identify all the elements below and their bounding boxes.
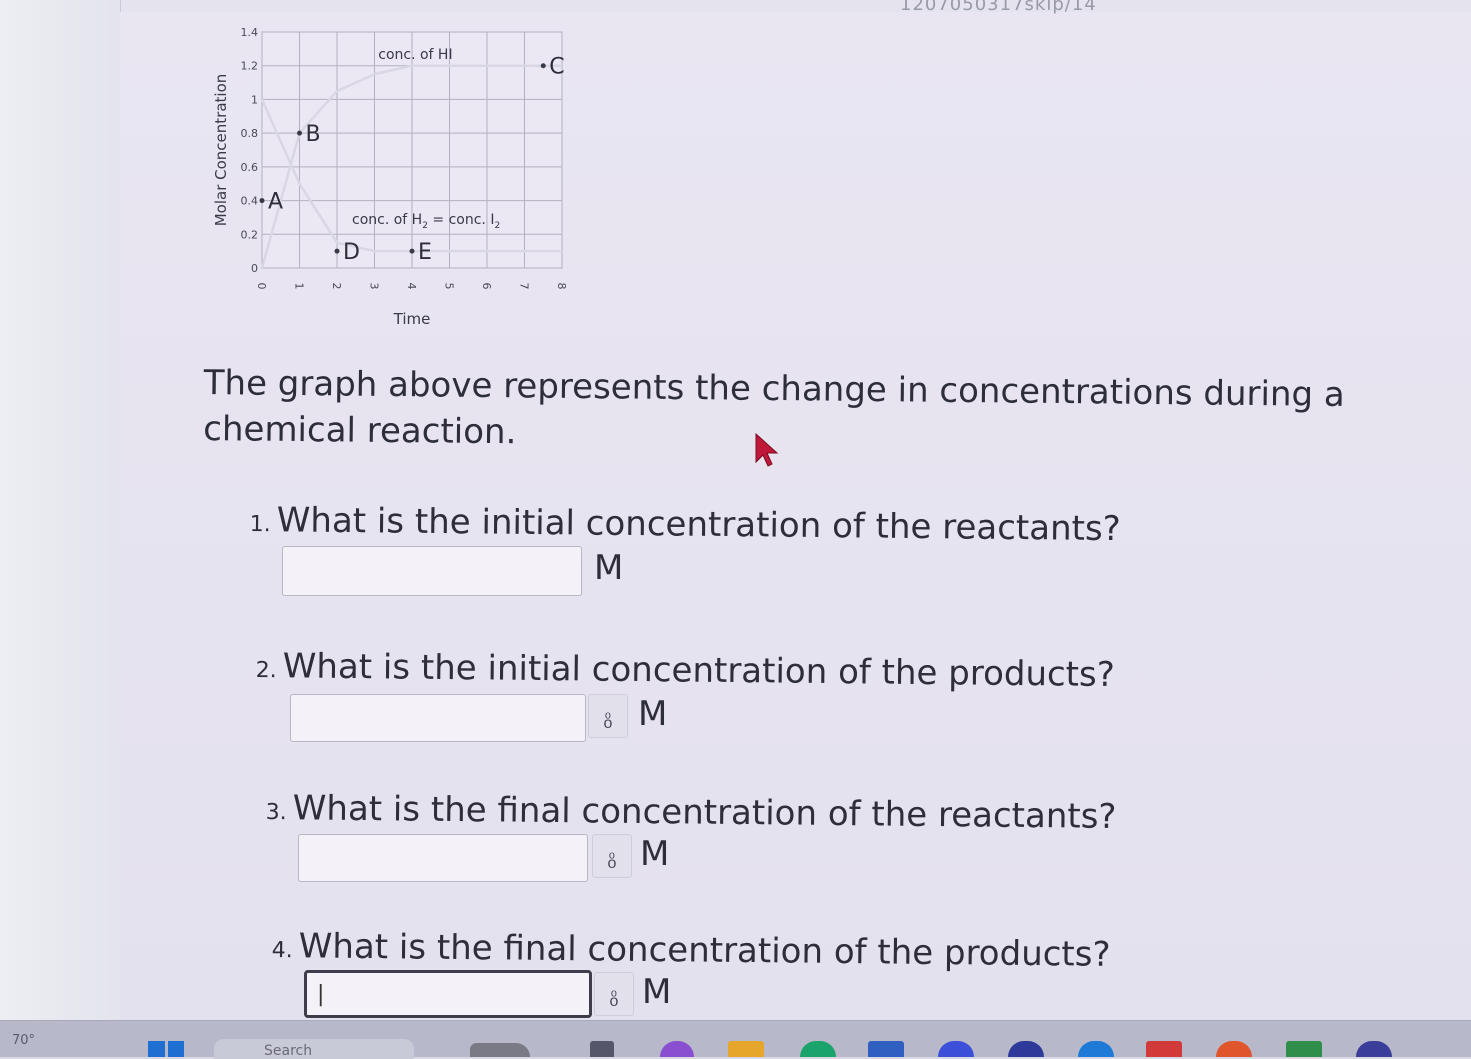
edge-browser-icon[interactable] bbox=[800, 1041, 836, 1057]
chart-x-tick-label: 0 bbox=[255, 283, 268, 290]
mouse-cursor-icon bbox=[755, 432, 779, 467]
chart-x-tick-label: 3 bbox=[368, 283, 381, 290]
left-margin bbox=[0, 0, 121, 1020]
question-4-number: 4. bbox=[271, 937, 293, 964]
chart-y-tick-label: 0.8 bbox=[241, 127, 259, 140]
chart-y-tick-label: 1.4 bbox=[241, 26, 259, 39]
chart-point-label: B bbox=[306, 122, 321, 147]
concentration-chart: 0 1 2 3 4 5 6 7 8 0 0.2 0.4 0.6 0.8 1 1.2 1.4 A B C D Econc. … bbox=[200, 18, 600, 338]
chart-y-tick-label: 0 bbox=[251, 262, 258, 275]
answer-1-input[interactable] bbox=[282, 546, 582, 596]
taskbar-search[interactable]: Search bbox=[214, 1039, 414, 1059]
answer-2-unit: M bbox=[638, 694, 668, 734]
chart-point-label: C bbox=[549, 55, 564, 80]
chart-point-A bbox=[259, 198, 265, 204]
chart-x-tick-label: 2 bbox=[330, 283, 343, 290]
answer-4-input[interactable] bbox=[304, 970, 592, 1018]
chart-y-tick-label: 1.2 bbox=[241, 60, 259, 73]
chart-y-tick-label: 0.6 bbox=[241, 161, 259, 174]
chart-y-axis-label: Molar Concentration bbox=[212, 74, 230, 227]
question-2-number: 2. bbox=[255, 657, 277, 684]
chart-x-tick-label: 6 bbox=[480, 283, 493, 290]
answer-4-unit: M bbox=[642, 972, 672, 1012]
question-1-number: 1. bbox=[249, 511, 271, 538]
taskbar-app-icon[interactable] bbox=[1356, 1041, 1392, 1057]
start-windows-icon[interactable] bbox=[148, 1041, 184, 1057]
key-symbol: oͦ bbox=[607, 853, 617, 872]
chart-point-E bbox=[409, 248, 415, 254]
answer-3-key-icon[interactable]: oͦ bbox=[592, 834, 632, 878]
answer-3-input[interactable] bbox=[298, 834, 588, 882]
taskbar-app-icon[interactable] bbox=[1216, 1041, 1252, 1057]
taskbar-app-icon[interactable] bbox=[1286, 1041, 1322, 1057]
taskbar-app-icon[interactable] bbox=[660, 1041, 694, 1057]
screen: 1207050317skip/14 0 1 2 3 4 5 6 7 8 0 0.2 0.4 0.6 0.8… bbox=[0, 0, 1471, 1059]
answer-2-key-icon[interactable]: oͦ bbox=[588, 694, 628, 738]
chart-point-D bbox=[334, 248, 340, 254]
chart-svg: 0 1 2 3 4 5 6 7 8 0 0.2 0.4 0.6 0.8 1 1.2 1.4 A B C D Econc. … bbox=[212, 26, 568, 328]
taskbar-search-label: Search bbox=[264, 1043, 313, 1059]
chart-point-label: D bbox=[343, 240, 360, 265]
answer-2-input[interactable] bbox=[290, 694, 586, 742]
question-4-text: What is the final concentration of the p… bbox=[298, 926, 1111, 975]
chart-x-tick-label: 8 bbox=[555, 283, 568, 290]
chart-y-tick-label: 1 bbox=[251, 93, 258, 106]
chart-x-tick-label: 4 bbox=[405, 283, 418, 290]
taskbar-app-icon[interactable] bbox=[590, 1041, 614, 1057]
question-3-number: 3. bbox=[265, 799, 287, 826]
taskbar-app-icon[interactable] bbox=[1008, 1041, 1044, 1057]
answer-1-unit: M bbox=[594, 548, 624, 588]
file-explorer-icon[interactable] bbox=[728, 1041, 764, 1057]
chart-x-tick-label: 7 bbox=[518, 283, 531, 290]
answer-3-unit: M bbox=[640, 834, 670, 874]
taskbar-app-icon[interactable] bbox=[470, 1043, 530, 1057]
taskbar: 70° Search bbox=[0, 1020, 1471, 1059]
chart-x-tick-label: 5 bbox=[443, 283, 456, 290]
chart-annotation-hi: conc. of HI bbox=[378, 47, 452, 63]
taskbar-app-icon[interactable] bbox=[868, 1041, 904, 1057]
chart-x-tick-label: 1 bbox=[293, 283, 306, 290]
key-symbol: oͦ bbox=[603, 713, 613, 732]
taskbar-app-icon[interactable] bbox=[1146, 1041, 1182, 1057]
chart-point-label: E bbox=[418, 240, 432, 265]
chart-x-axis-label: Time bbox=[393, 310, 431, 328]
chart-point-B bbox=[297, 130, 302, 136]
chart-y-tick-label: 0.4 bbox=[241, 195, 259, 208]
chart-point-label: A bbox=[268, 190, 283, 215]
chart-y-tick-label: 0.2 bbox=[241, 228, 259, 241]
url-fragment: 1207050317skip/14 bbox=[900, 0, 1097, 15]
chart-point-C bbox=[540, 63, 546, 69]
answer-4-key-icon[interactable]: oͦ bbox=[594, 972, 634, 1016]
key-symbol: oͦ bbox=[609, 991, 619, 1010]
weather-temperature[interactable]: 70° bbox=[12, 1033, 35, 1048]
taskbar-app-icon[interactable] bbox=[938, 1041, 974, 1057]
question-intro: The graph above represents the change in… bbox=[203, 362, 1345, 453]
taskbar-app-icon[interactable] bbox=[1078, 1041, 1114, 1057]
